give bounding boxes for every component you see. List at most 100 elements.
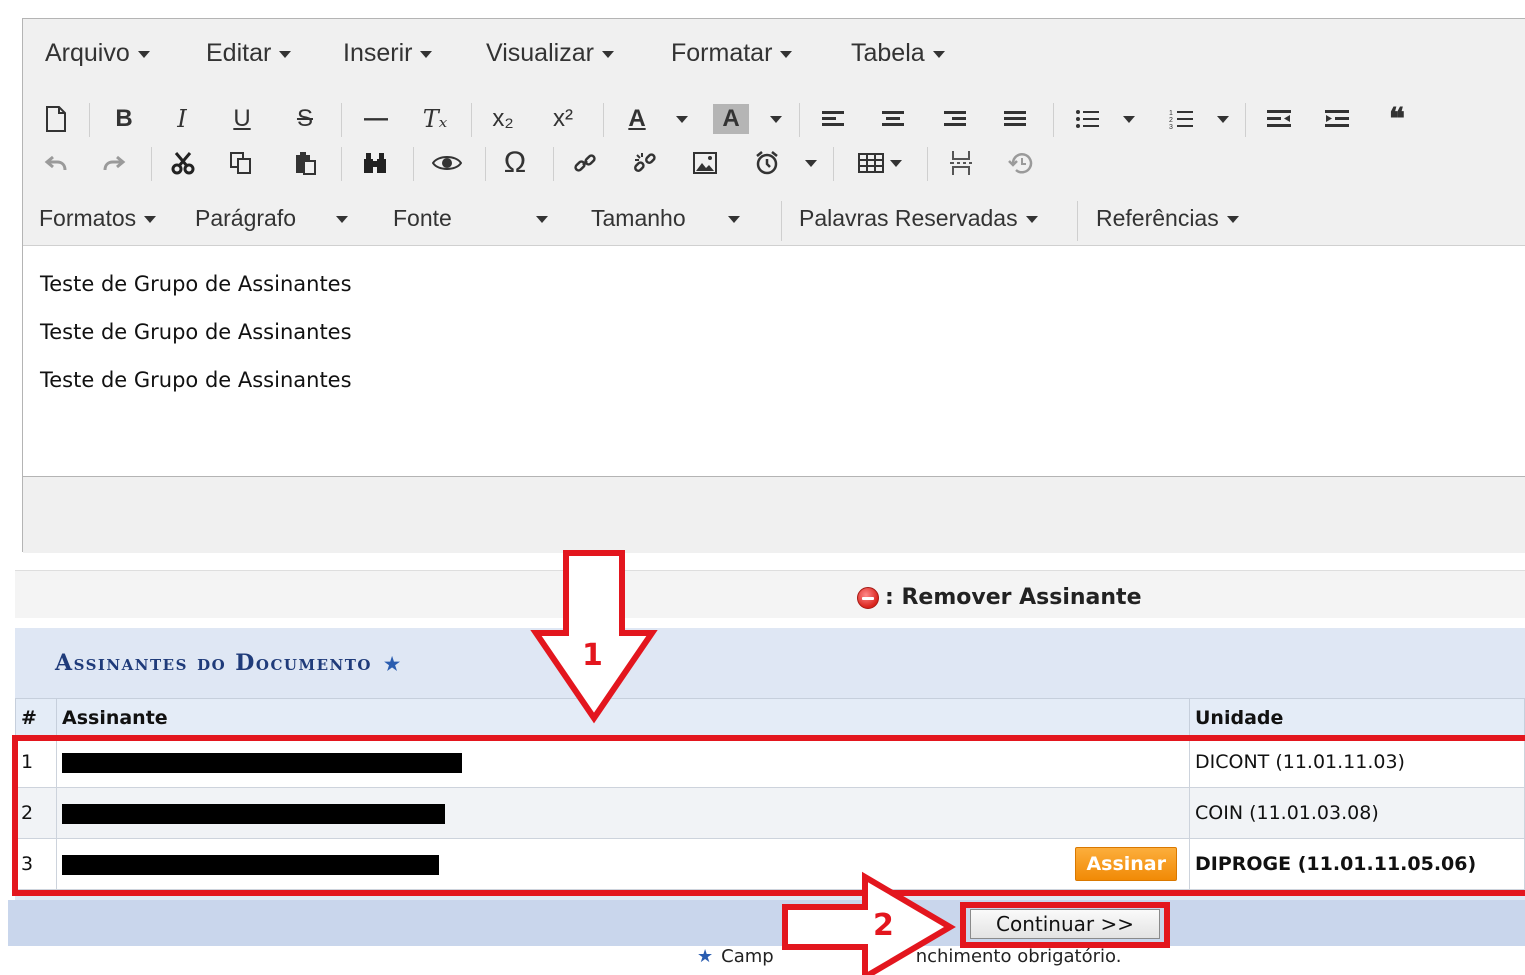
- chevron-down-icon: [1226, 216, 1239, 224]
- insert-time-icon[interactable]: [749, 145, 785, 181]
- toolbar-separator: [151, 147, 152, 181]
- editor-content[interactable]: Teste de Grupo de Assinantes Teste de Gr…: [23, 245, 1525, 477]
- align-center-icon[interactable]: [875, 101, 911, 137]
- copy-icon[interactable]: [223, 145, 259, 181]
- chevron-down-icon: [1217, 115, 1229, 123]
- toolbar-separator: [1053, 103, 1054, 137]
- link-icon[interactable]: [567, 145, 603, 181]
- clear-format-icon[interactable]: Tₓ: [417, 101, 453, 137]
- dropdown-formatos[interactable]: Formatos: [39, 205, 157, 232]
- text-color-dropdown[interactable]: [671, 101, 693, 137]
- signer-name-cell: Assinar: [56, 838, 1190, 890]
- header-assinante: Assinante: [56, 698, 1190, 737]
- toolbar-separator: [89, 103, 90, 137]
- chevron-down-icon: [1025, 216, 1038, 224]
- toolbar-separator: [1077, 201, 1078, 241]
- header-num: #: [15, 698, 57, 737]
- chevron-down-icon: [676, 115, 688, 123]
- redo-icon[interactable]: [97, 145, 131, 181]
- editor-menubar: Arquivo Editar Inserir Visualizar Format…: [23, 19, 1525, 89]
- menu-tabela[interactable]: Tabela: [851, 39, 945, 68]
- row-num: 1: [15, 736, 57, 788]
- italic-icon[interactable]: I: [165, 101, 199, 137]
- undo-icon[interactable]: [39, 145, 73, 181]
- chevron-down-icon: [770, 115, 782, 123]
- chevron-down-icon: [932, 50, 945, 58]
- align-right-icon[interactable]: [937, 101, 973, 137]
- strikethrough-icon[interactable]: S: [288, 101, 322, 137]
- continue-button[interactable]: Continuar >>: [970, 909, 1160, 939]
- callout-label-2: 2: [873, 908, 894, 943]
- toolbar-separator: [603, 103, 604, 137]
- page-break-icon[interactable]: [943, 145, 979, 181]
- dropdown-fonte[interactable]: Fonte: [393, 205, 548, 232]
- toolbar-separator: [485, 147, 486, 181]
- subscript-icon[interactable]: x₂: [485, 101, 521, 137]
- align-justify-icon[interactable]: [997, 101, 1033, 137]
- toolbar-separator: [471, 103, 472, 137]
- legend: : Remover Assinante: [857, 585, 1142, 610]
- insert-time-dropdown[interactable]: [801, 145, 821, 181]
- align-left-icon[interactable]: [815, 101, 851, 137]
- format-dropdown-row: Formatos Parágrafo Fonte Tamanho Palavra…: [23, 197, 1525, 243]
- svg-text:3: 3: [1169, 124, 1173, 130]
- chevron-down-icon: [420, 50, 433, 58]
- new-document-icon[interactable]: [39, 101, 73, 137]
- restore-draft-icon[interactable]: [1003, 145, 1039, 181]
- background-color-icon[interactable]: A: [713, 104, 749, 134]
- table-header: # Assinante Unidade: [15, 698, 1525, 737]
- dropdown-referencias[interactable]: Referências: [1096, 205, 1239, 232]
- special-character-icon[interactable]: Ω: [497, 145, 533, 181]
- menu-editar[interactable]: Editar: [206, 39, 292, 68]
- callout-label-1: 1: [582, 638, 603, 673]
- table-row: 1 DICONT (11.01.11.03): [15, 736, 1525, 788]
- redacted-name: [62, 803, 445, 824]
- toolbar-separator: [341, 147, 342, 181]
- paste-icon[interactable]: [287, 145, 323, 181]
- row-unit: COIN (11.01.03.08): [1189, 787, 1525, 839]
- find-replace-icon[interactable]: [357, 145, 393, 181]
- required-fields-note: ★ Camp nchimento obrigatório.: [697, 946, 1122, 967]
- numbered-list-icon[interactable]: 123: [1163, 101, 1199, 137]
- menu-formatar[interactable]: Formatar: [671, 39, 793, 68]
- signer-name-cell: [56, 787, 1190, 839]
- signer-name-cell: [56, 736, 1190, 788]
- bullet-list-icon[interactable]: [1069, 101, 1105, 137]
- chevron-down-icon: [727, 216, 740, 224]
- menu-visualizar[interactable]: Visualizar: [486, 39, 614, 68]
- assinar-button[interactable]: Assinar: [1075, 847, 1177, 881]
- dropdown-palavras-reservadas[interactable]: Palavras Reservadas: [799, 205, 1038, 232]
- preview-icon[interactable]: [427, 145, 467, 181]
- row-unit: DICONT (11.01.11.03): [1189, 736, 1525, 788]
- content-paragraph: Teste de Grupo de Assinantes: [40, 368, 352, 392]
- underline-icon[interactable]: U: [225, 101, 259, 137]
- bold-icon[interactable]: B: [107, 101, 141, 137]
- background-color-dropdown[interactable]: [765, 101, 787, 137]
- toolbar-separator: [413, 147, 414, 181]
- text-color-icon[interactable]: A: [619, 101, 655, 137]
- cut-icon[interactable]: [165, 145, 201, 181]
- toolbar-separator: [341, 103, 342, 137]
- image-icon[interactable]: [687, 145, 723, 181]
- content-paragraph: Teste de Grupo de Assinantes: [40, 272, 352, 296]
- bullet-list-dropdown[interactable]: [1119, 101, 1139, 137]
- chevron-down-icon: [890, 159, 902, 167]
- superscript-icon[interactable]: x²: [545, 101, 581, 137]
- svg-text:2: 2: [1169, 117, 1173, 124]
- horizontal-rule-icon[interactable]: —: [359, 101, 393, 137]
- indent-icon[interactable]: [1319, 101, 1355, 137]
- dropdown-paragrafo[interactable]: Parágrafo: [195, 205, 349, 232]
- toolbar-separator: [833, 147, 834, 181]
- table-row: 2 COIN (11.01.03.08): [15, 787, 1525, 839]
- outdent-icon[interactable]: [1261, 101, 1297, 137]
- menu-arquivo[interactable]: Arquivo: [45, 39, 150, 68]
- numbered-list-dropdown[interactable]: [1213, 101, 1233, 137]
- row-unit: DIPROGE (11.01.11.05.06): [1189, 838, 1525, 890]
- toolbar-separator: [1245, 103, 1246, 137]
- dropdown-tamanho[interactable]: Tamanho: [591, 205, 740, 232]
- menu-inserir[interactable]: Inserir: [343, 39, 433, 68]
- table-icon[interactable]: [849, 145, 911, 181]
- unlink-icon[interactable]: [627, 145, 663, 181]
- blockquote-icon[interactable]: ❝: [1379, 101, 1415, 137]
- rich-text-editor: Arquivo Editar Inserir Visualizar Format…: [22, 18, 1525, 553]
